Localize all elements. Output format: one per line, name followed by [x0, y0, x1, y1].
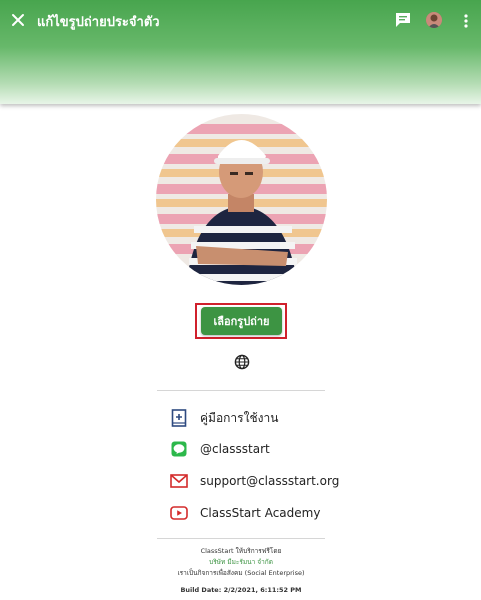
line-icon [170, 440, 188, 458]
divider [157, 538, 325, 539]
link-label: support@classstart.org [200, 474, 340, 488]
close-icon[interactable] [8, 10, 28, 30]
link-label: @classstart [200, 442, 270, 456]
link-line[interactable]: @classstart [170, 438, 270, 460]
page-title: แก้ไขรูปถ่ายประจำตัว [37, 15, 160, 30]
avatar[interactable] [426, 12, 442, 28]
youtube-icon [170, 504, 188, 522]
footer-line-3: เราเป็นกิจการเพื่อสังคม (Social Enterpri… [177, 569, 305, 577]
footer: ClassStart ให้บริการฟรีโดย บริษัท มีมะรั… [140, 546, 342, 596]
book-plus-icon [170, 409, 188, 427]
app-header: แก้ไขรูปถ่ายประจำตัว [0, 0, 481, 104]
mail-icon [170, 472, 188, 490]
profile-photo [156, 114, 327, 285]
build-date: Build Date: 2/2/2021, 6:11:52 PM [180, 586, 302, 594]
chat-icon[interactable] [394, 11, 412, 29]
choose-photo-button[interactable]: เลือกรูปถ่าย [201, 307, 282, 335]
globe-icon[interactable] [234, 354, 250, 370]
brand-name: ClassStart [200, 547, 234, 555]
divider [157, 390, 325, 391]
link-label: คู่มือการใช้งาน [200, 410, 279, 425]
link-manual[interactable]: คู่มือการใช้งาน [170, 407, 278, 429]
link-email[interactable]: support@classstart.org [170, 470, 339, 492]
footer-line-1: ClassStart ให้บริการฟรีโดย [200, 547, 282, 555]
link-academy[interactable]: ClassStart Academy [170, 502, 320, 524]
link-label: ClassStart Academy [200, 506, 321, 520]
company-link[interactable]: บริษัท มีมะรัมนา จำกัด [140, 557, 342, 568]
more-vert-icon[interactable] [460, 12, 472, 30]
